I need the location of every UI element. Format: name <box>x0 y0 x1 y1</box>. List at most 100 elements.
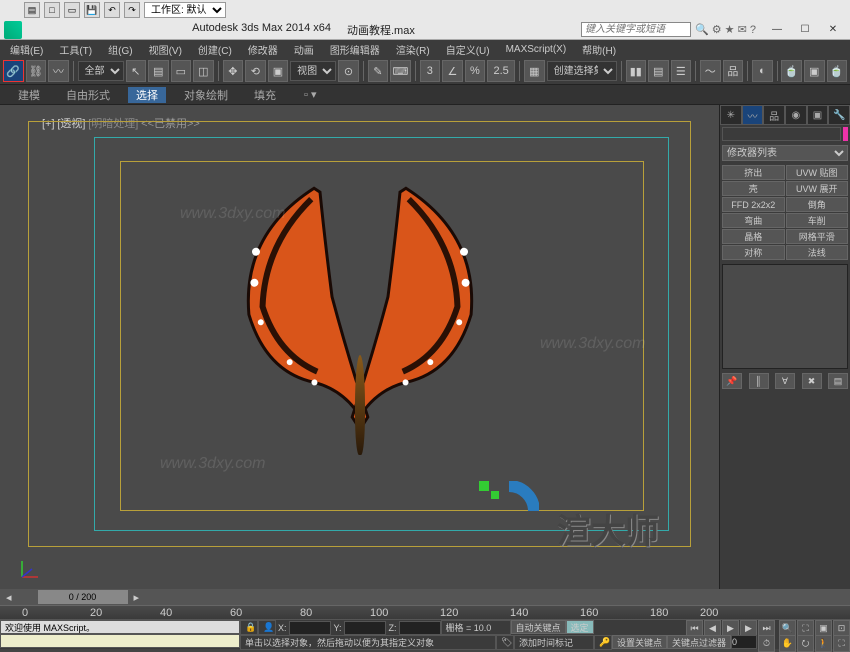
modifier-stack[interactable] <box>722 264 848 369</box>
close-button[interactable]: ✕ <box>820 22 846 38</box>
setkey-button[interactable]: 设置关键点 <box>612 635 667 649</box>
mod-lattice[interactable]: 晶格 <box>722 229 785 244</box>
bind-spacewarp-button[interactable]: 〰 <box>48 60 69 82</box>
mod-ffd[interactable]: FFD 2x2x2 <box>722 197 785 212</box>
keyfilter-button[interactable]: 关键点过滤器 <box>667 635 731 649</box>
coord-z-input[interactable] <box>399 621 441 635</box>
rect-region-button[interactable]: ▭ <box>171 60 192 82</box>
window-crossing-button[interactable]: ◫ <box>193 60 214 82</box>
minimize-button[interactable]: — <box>764 22 790 38</box>
walk-button[interactable]: 🚶 <box>815 635 832 652</box>
layers-button[interactable]: ☰ <box>671 60 692 82</box>
mod-bend[interactable]: 弯曲 <box>722 213 785 228</box>
refcoord-select[interactable]: 视图 <box>290 61 336 81</box>
render-setup-button[interactable]: 🍵 <box>781 60 802 82</box>
cmd-tab-modify[interactable]: 〰 <box>742 105 764 125</box>
infocenter-icons[interactable]: 🔍 ⚙ ★ ✉ ? <box>695 23 756 36</box>
lock-selection-icon[interactable]: 🔒 <box>240 620 258 635</box>
mod-meshsmooth[interactable]: 网格平滑 <box>786 229 849 244</box>
rendered-frame-button[interactable]: ▣ <box>804 60 825 82</box>
scale-button[interactable]: ▣ <box>268 60 289 82</box>
spinner-snap-button[interactable]: 2.5 <box>487 60 515 82</box>
angle-snap-button[interactable]: ∠ <box>442 60 463 82</box>
menu-group[interactable]: 组(G) <box>104 42 136 57</box>
percent-snap-button[interactable]: % <box>465 60 486 82</box>
orbit-button[interactable]: ⭮ <box>797 635 814 652</box>
help-search-input[interactable] <box>581 22 691 37</box>
timetag-icon[interactable]: 🏷 <box>496 635 514 650</box>
mod-bevel[interactable]: 倒角 <box>786 197 849 212</box>
pin-stack-button[interactable]: 📌 <box>722 373 742 389</box>
editselset-button[interactable]: ▦ <box>524 60 545 82</box>
new-icon[interactable]: □ <box>44 2 60 18</box>
autokey-button[interactable]: 自动关键点 <box>511 620 566 634</box>
time-ruler[interactable]: 0 20 40 60 80 100 120 140 160 180 200 <box>0 605 850 619</box>
time-slider[interactable]: ◂ 0 / 200 ▸ <box>0 589 850 605</box>
coord-y-input[interactable] <box>344 621 386 635</box>
ribbon-tab-modeling[interactable]: 建模 <box>10 87 48 103</box>
named-selset[interactable]: 创建选择集 <box>547 61 617 81</box>
mirror-button[interactable]: ▮▮ <box>626 60 647 82</box>
ribbon-expand-icon[interactable]: ▫ ▾ <box>304 88 316 101</box>
curve-editor-button[interactable]: 〜 <box>700 60 721 82</box>
mod-shell[interactable]: 壳 <box>722 181 785 196</box>
menu-animation[interactable]: 动画 <box>290 42 318 57</box>
menu-help[interactable]: 帮助(H) <box>578 42 620 57</box>
schematic-button[interactable]: 品 <box>723 60 744 82</box>
rotate-button[interactable]: ⟲ <box>245 60 266 82</box>
keymode-button[interactable]: ⌨ <box>390 60 411 82</box>
selkey-button[interactable]: 选定 <box>566 620 594 634</box>
select-button[interactable]: ↖ <box>126 60 147 82</box>
ribbon-tab-freeform[interactable]: 自由形式 <box>58 87 118 103</box>
app-menu-icon[interactable]: ▤ <box>24 2 40 18</box>
menu-maxscript[interactable]: MAXScript(X) <box>502 44 571 55</box>
time-config-button[interactable]: ⏱ <box>758 635 775 652</box>
menu-modifiers[interactable]: 修改器 <box>244 42 282 57</box>
ribbon-tab-populate[interactable]: 填充 <box>246 87 284 103</box>
cmd-tab-motion[interactable]: ◉ <box>785 105 807 125</box>
maximize-button[interactable]: ☐ <box>792 22 818 38</box>
iso-selection-icon[interactable]: 👤 <box>258 620 276 635</box>
workspace-selector[interactable]: 工作区: 默认 <box>144 2 226 18</box>
object-color-swatch[interactable] <box>843 127 848 141</box>
open-icon[interactable]: ▭ <box>64 2 80 18</box>
menu-customize[interactable]: 自定义(U) <box>442 42 494 57</box>
menu-tools[interactable]: 工具(T) <box>55 42 96 57</box>
undo-icon[interactable]: ↶ <box>104 2 120 18</box>
menu-view[interactable]: 视图(V) <box>145 42 186 57</box>
menu-render[interactable]: 渲染(R) <box>392 42 434 57</box>
selection-filter[interactable]: 全部 <box>78 61 124 81</box>
select-name-button[interactable]: ▤ <box>148 60 169 82</box>
viewport[interactable]: [+] [透视] [明暗处理] <<已禁用>> <box>0 105 719 589</box>
cmd-tab-hierarchy[interactable]: 品 <box>763 105 785 125</box>
make-unique-button[interactable]: ∀ <box>775 373 795 389</box>
ribbon-tab-objectpaint[interactable]: 对象绘制 <box>176 87 236 103</box>
mod-uvwmap[interactable]: UVW 贴图 <box>786 165 849 180</box>
mod-uvwunwrap[interactable]: UVW 展开 <box>786 181 849 196</box>
menu-create[interactable]: 创建(C) <box>194 42 236 57</box>
mod-symmetry[interactable]: 对称 <box>722 245 785 260</box>
manipulate-button[interactable]: ✎ <box>368 60 389 82</box>
unlink-button[interactable]: ⛓ <box>26 60 47 82</box>
remove-mod-button[interactable]: ✖ <box>802 373 822 389</box>
render-button[interactable]: 🍵 <box>827 60 848 82</box>
coord-x-input[interactable] <box>289 621 331 635</box>
pan-button[interactable]: ✋ <box>779 635 796 652</box>
cmd-tab-create[interactable]: ✳ <box>720 105 742 125</box>
current-frame-input[interactable] <box>731 635 757 649</box>
align-button[interactable]: ▤ <box>648 60 669 82</box>
menu-grapheditors[interactable]: 图形编辑器 <box>326 42 384 57</box>
mod-lathe[interactable]: 车削 <box>786 213 849 228</box>
maxscript-listener[interactable]: 欢迎使用 MAXScript。 <box>0 620 240 634</box>
configure-sets-button[interactable]: ▤ <box>828 373 848 389</box>
time-slider-handle[interactable]: 0 / 200 <box>38 590 128 604</box>
menu-edit[interactable]: 编辑(E) <box>6 42 47 57</box>
move-button[interactable]: ✥ <box>223 60 244 82</box>
pivot-center-button[interactable]: ⊙ <box>338 60 359 82</box>
modifier-list-select[interactable]: 修改器列表 <box>722 145 848 161</box>
snap-button[interactable]: 3 <box>420 60 441 82</box>
material-editor-button[interactable]: ◐ <box>752 60 773 82</box>
redo-icon[interactable]: ↷ <box>124 2 140 18</box>
cmd-tab-display[interactable]: ▣ <box>807 105 829 125</box>
select-link-button[interactable]: 🔗 <box>3 60 24 82</box>
